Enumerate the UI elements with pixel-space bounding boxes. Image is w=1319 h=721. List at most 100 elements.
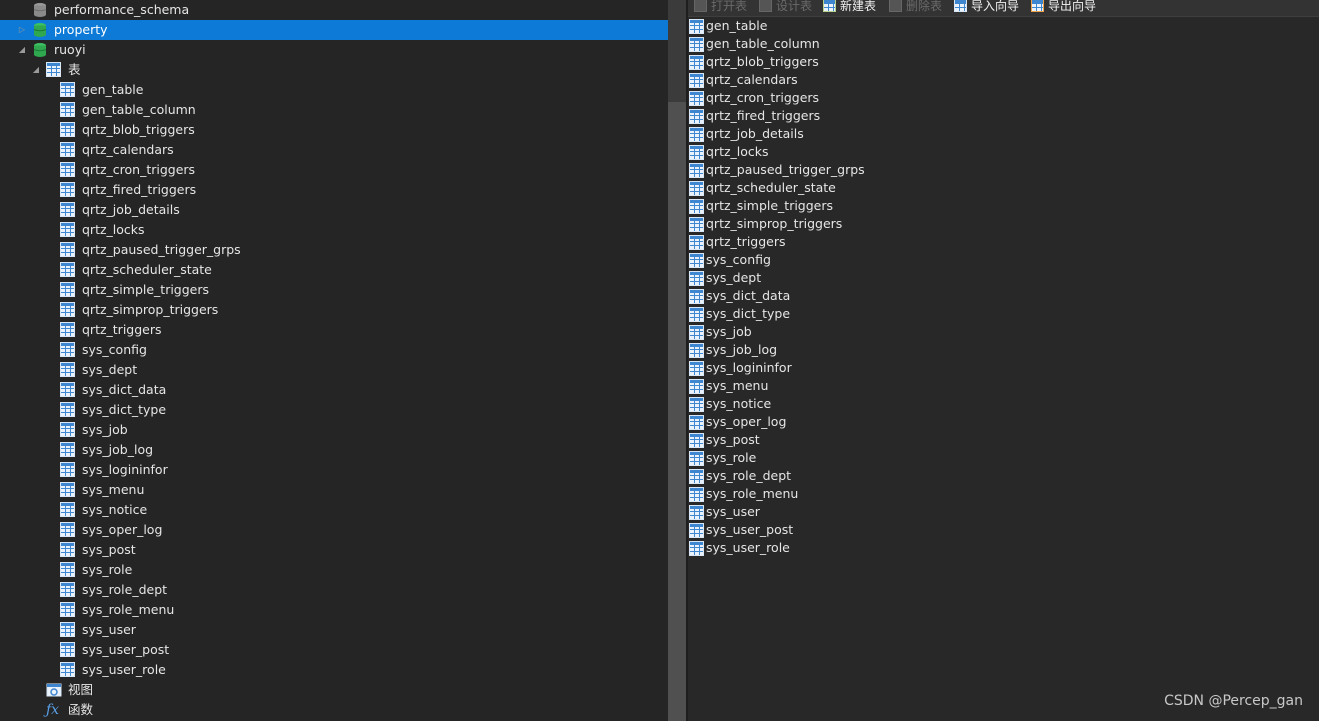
tree-item-table[interactable]: sys_dict_type	[0, 400, 668, 420]
tree-item-table[interactable]: sys_user	[0, 620, 668, 640]
tree-item-table[interactable]: qrtz_triggers	[0, 320, 668, 340]
table-icon	[689, 217, 704, 232]
table-icon	[689, 289, 704, 304]
object-list-item[interactable]: sys_dict_data	[688, 287, 888, 305]
delete-table-button[interactable]: 删除表	[889, 0, 942, 15]
tree-item-table[interactable]: sys_user_post	[0, 640, 668, 660]
tree-item-table[interactable]: qrtz_simprop_triggers	[0, 300, 668, 320]
table-icon	[60, 362, 75, 377]
table-icon	[689, 91, 704, 106]
tree-item-table[interactable]: gen_table	[0, 80, 668, 100]
tree-item-table[interactable]: sys_user_role	[0, 660, 668, 680]
tree-item-table[interactable]: sys_role_menu	[0, 600, 668, 620]
object-list-item[interactable]: sys_menu	[688, 377, 888, 395]
tree-folder-views[interactable]: 视图	[0, 680, 668, 700]
tree-item-table[interactable]: sys_post	[0, 540, 668, 560]
tree-item-table[interactable]: qrtz_blob_triggers	[0, 120, 668, 140]
tree-item-label: sys_config	[82, 342, 147, 357]
table-icon	[689, 73, 704, 88]
tree-item-table[interactable]: qrtz_job_details	[0, 200, 668, 220]
table-icon	[689, 451, 704, 466]
expand-arrow-icon[interactable]: ▷	[17, 20, 27, 40]
object-list-item[interactable]: sys_job_log	[688, 341, 888, 359]
table-icon	[60, 102, 75, 117]
object-list-item[interactable]: qrtz_cron_triggers	[688, 89, 888, 107]
tree-item-table[interactable]: sys_role	[0, 560, 668, 580]
tree-item-table[interactable]: qrtz_paused_trigger_grps	[0, 240, 668, 260]
tree-item-table[interactable]: sys_menu	[0, 480, 668, 500]
tree-item-table[interactable]: sys_config	[0, 340, 668, 360]
tree-item-table[interactable]: qrtz_scheduler_state	[0, 260, 668, 280]
object-list-item[interactable]: sys_job	[688, 323, 888, 341]
object-list-item[interactable]: sys_notice	[688, 395, 888, 413]
object-list-item[interactable]: sys_user_role	[688, 539, 888, 557]
object-list-item[interactable]: qrtz_simple_triggers	[688, 197, 888, 215]
object-list-item[interactable]: sys_post	[688, 431, 888, 449]
object-list-item[interactable]: qrtz_job_details	[688, 125, 888, 143]
export-icon	[1031, 0, 1044, 12]
object-list-item[interactable]: sys_user	[688, 503, 888, 521]
object-list-item[interactable]: sys_role_menu	[688, 485, 888, 503]
tree-item-ruoyi[interactable]: ◢ ruoyi	[0, 40, 668, 60]
object-list-item[interactable]: qrtz_triggers	[688, 233, 888, 251]
tree-item-performance-schema[interactable]: performance_schema	[0, 0, 668, 20]
tree-folder-functions[interactable]: ƒx 函数	[0, 700, 668, 720]
table-icon	[689, 541, 704, 556]
import-wizard-button[interactable]: 导入向导	[954, 0, 1019, 15]
object-list-item[interactable]: qrtz_locks	[688, 143, 888, 161]
tree-item-table[interactable]: sys_job	[0, 420, 668, 440]
object-list-item[interactable]: qrtz_fired_triggers	[688, 107, 888, 125]
tree-folder-tables[interactable]: ◢ 表	[0, 60, 668, 80]
tree-item-label: sys_role_dept	[82, 582, 168, 597]
table-icon	[60, 82, 75, 97]
design-table-button[interactable]: 设计表	[759, 0, 812, 15]
tree-item-table[interactable]: sys_job_log	[0, 440, 668, 460]
panel-splitter[interactable]	[668, 0, 688, 721]
tree-item-table[interactable]: qrtz_cron_triggers	[0, 160, 668, 180]
tree-item-table[interactable]: sys_dept	[0, 360, 668, 380]
object-list-item[interactable]: sys_logininfor	[688, 359, 888, 377]
object-list-item[interactable]: gen_table	[688, 17, 888, 35]
tree-item-table[interactable]: gen_table_column	[0, 100, 668, 120]
tree-item-table[interactable]: sys_role_dept	[0, 580, 668, 600]
object-list-item[interactable]: sys_config	[688, 251, 888, 269]
tree-item-label: qrtz_triggers	[82, 322, 162, 337]
export-wizard-button[interactable]: 导出向导	[1031, 0, 1096, 15]
tree-item-table[interactable]: qrtz_locks	[0, 220, 668, 240]
tree-item-table[interactable]: qrtz_fired_triggers	[0, 180, 668, 200]
object-list-item[interactable]: sys_user_post	[688, 521, 888, 539]
tree-item-table[interactable]: sys_oper_log	[0, 520, 668, 540]
table-icon	[60, 482, 75, 497]
object-list-item[interactable]: qrtz_blob_triggers	[688, 53, 888, 71]
table-icon	[689, 235, 704, 250]
collapse-arrow-icon[interactable]: ◢	[17, 40, 27, 60]
object-list-item[interactable]: qrtz_simprop_triggers	[688, 215, 888, 233]
tree-folder-label: 函数	[68, 702, 94, 717]
object-list-item[interactable]: sys_dept	[688, 269, 888, 287]
object-list-item[interactable]: sys_role	[688, 449, 888, 467]
object-list-item[interactable]: qrtz_scheduler_state	[688, 179, 888, 197]
collapse-arrow-icon[interactable]: ◢	[31, 60, 41, 80]
new-table-button[interactable]: 新建表	[823, 0, 876, 15]
object-list-label: sys_role_menu	[706, 486, 799, 501]
tree-item-table[interactable]: sys_dict_data	[0, 380, 668, 400]
open-table-button[interactable]: 打开表	[694, 0, 747, 15]
table-icon	[60, 322, 75, 337]
object-list-item[interactable]: sys_dict_type	[688, 305, 888, 323]
object-list-label: sys_oper_log	[706, 414, 787, 429]
tree-item-table[interactable]: sys_notice	[0, 500, 668, 520]
tree-item-property[interactable]: ▷ property	[0, 20, 668, 40]
object-list-item[interactable]: qrtz_paused_trigger_grps	[688, 161, 888, 179]
table-icon	[60, 422, 75, 437]
tree-item-table[interactable]: sys_logininfor	[0, 460, 668, 480]
tree-folder-label: 视图	[68, 682, 94, 697]
object-list-label: qrtz_simprop_triggers	[706, 216, 843, 231]
tree-item-table[interactable]: qrtz_calendars	[0, 140, 668, 160]
object-list-item[interactable]: sys_role_dept	[688, 467, 888, 485]
scrollbar-thumb[interactable]	[668, 102, 686, 721]
tree-item-table[interactable]: qrtz_simple_triggers	[0, 280, 668, 300]
object-list-item[interactable]: gen_table_column	[688, 35, 888, 53]
object-list-item[interactable]: qrtz_calendars	[688, 71, 888, 89]
object-list-label: qrtz_locks	[706, 144, 769, 159]
object-list-item[interactable]: sys_oper_log	[688, 413, 888, 431]
